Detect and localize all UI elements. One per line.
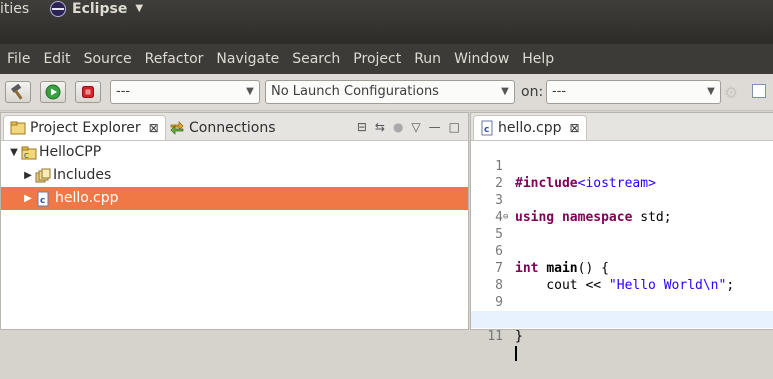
code-line: 3 using namespace std; [471,175,773,225]
cpp-file-icon: c [37,191,49,206]
close-icon[interactable]: ⊠ [570,116,580,140]
expand-down-icon[interactable]: ▼ [7,141,21,164]
hammer-icon [11,84,23,100]
menu-source[interactable]: Source [77,51,138,67]
eclipse-icon [50,1,66,17]
fold-collapse-icon[interactable]: ⊖ [503,209,513,226]
system-top-bar: ities Eclipse ▼ [0,0,773,44]
menu-search[interactable]: Search [285,51,346,67]
expand-right-icon[interactable]: ▶ [21,164,35,187]
tab-label: hello.cpp [498,120,562,136]
launch-configuration-combo[interactable]: No Launch Configurations ▼ [265,80,515,104]
app-menu[interactable]: Eclipse ▼ [50,0,143,18]
project-explorer-icon [10,121,26,135]
menu-bar: File Edit Source Refactor Navigate Searc… [0,44,773,74]
menu-refactor[interactable]: Refactor [138,51,210,67]
collapse-all-icon[interactable]: ⊟ [357,120,367,134]
code-line: 7 cout << "Hello World\n"; [471,243,773,293]
filter-icon[interactable]: ● [393,120,403,134]
left-panel-tab-bar: Project Explorer ⊠ Connections ⊟ ⇆ ● ▽ —… [1,113,468,141]
code-line: 9 return 0; [471,277,773,327]
close-icon[interactable]: ⊠ [149,116,159,140]
editor-tab-bar: c hello.cpp ⊠ [471,113,773,141]
includes-icon [35,168,51,182]
menu-project[interactable]: Project [346,51,407,67]
tab-label: Project Explorer [30,120,141,136]
code-line: 8 [471,260,773,293]
launch-configuration-value: No Launch Configurations [271,84,439,99]
run-icon [45,84,61,100]
tab-label: Connections [189,119,276,136]
svg-text:c: c [484,125,489,135]
cpp-file-icon: c [481,120,493,136]
gear-icon[interactable]: ⚙ [724,83,738,102]
chevron-down-icon: ▼ [707,86,715,97]
code-line: 10 } [471,294,773,344]
code-line: 1 #include<iostream> [471,141,773,191]
launch-mode-combo[interactable]: --- ▼ [110,80,260,104]
code-editor-panel: c hello.cpp ⊠ 1 #include<iostream> 2 3 u… [470,112,773,361]
menu-help[interactable]: Help [515,51,560,67]
menu-window[interactable]: Window [447,51,515,67]
launch-mode-value: --- [116,84,131,99]
svg-text:C: C [24,152,29,160]
tab-connections[interactable]: Connections [163,115,282,140]
main-toolbar: --- ▼ No Launch Configurations ▼ on: ---… [0,74,773,111]
tab-project-explorer[interactable]: Project Explorer ⊠ [3,115,166,140]
launch-target-combo[interactable]: --- ▼ [546,80,721,104]
code-line: 2 [471,158,773,191]
tree-item-label: Includes [53,167,112,183]
tree-item-project[interactable]: ▼ C HelloCPP [1,141,468,164]
stop-button[interactable] [75,81,101,103]
code-text [515,345,517,362]
connections-icon [170,120,184,135]
tree-item-label: hello.cpp [55,190,119,206]
tree-item-includes[interactable]: ▶ Includes [1,164,468,187]
new-window-icon[interactable] [752,84,766,98]
app-name: Eclipse [72,1,128,17]
line-number: 11 [487,329,503,344]
view-menu-icon[interactable]: ▽ [411,120,420,134]
launch-button[interactable] [40,81,66,103]
stop-icon [82,86,94,98]
project-explorer-panel: Project Explorer ⊠ Connections ⊟ ⇆ ● ▽ —… [0,112,469,330]
project-tree: ▼ C HelloCPP ▶ Includes ▶ c hello.cpp [1,141,468,210]
chevron-down-icon: ▼ [246,86,254,97]
project-folder-icon: C [21,146,37,160]
tab-hello-cpp[interactable]: c hello.cpp ⊠ [473,115,587,140]
code-line-current: 11 [471,311,773,361]
launch-target-value: --- [552,84,567,99]
menu-navigate[interactable]: Navigate [209,51,285,67]
tree-item-label: HelloCPP [39,144,102,160]
target-on-label: on: [521,84,544,100]
minimize-icon[interactable]: — [429,120,441,134]
expand-right-icon[interactable]: ▶ [21,187,35,210]
chevron-down-icon: ▼ [501,86,509,97]
menu-file[interactable]: File [0,51,36,67]
chevron-down-icon: ▼ [135,3,144,14]
code-line: 4 [471,192,773,225]
code-line: 5 ⊖ int main() { [471,209,773,276]
build-button[interactable] [5,81,31,103]
code-area[interactable]: 1 #include<iostream> 2 3 using namespace… [471,141,773,361]
svg-text:c: c [40,196,45,206]
maximize-icon[interactable]: □ [449,120,460,134]
link-with-editor-icon[interactable]: ⇆ [375,120,385,134]
menu-edit[interactable]: Edit [36,51,76,67]
code-line: 6 [471,226,773,259]
activities-label[interactable]: ities [0,0,29,18]
menu-run[interactable]: Run [407,51,447,67]
text-caret [515,346,517,361]
tree-item-hello-cpp[interactable]: ▶ c hello.cpp [1,187,468,210]
view-controls: ⊟ ⇆ ● ▽ — □ [357,120,460,134]
